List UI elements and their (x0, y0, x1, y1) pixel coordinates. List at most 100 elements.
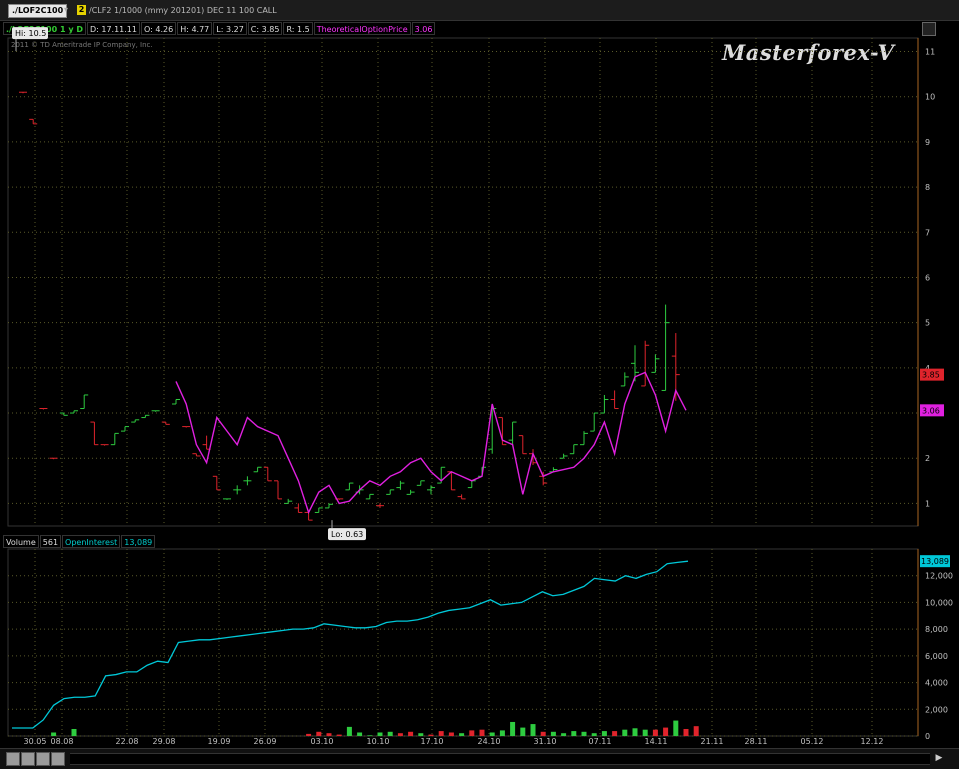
zoom-out-button[interactable] (6, 752, 20, 766)
ohlc-bar (182, 426, 191, 428)
refresh-icon[interactable] (21, 752, 35, 766)
volume-bar (561, 733, 567, 736)
ohlc-bar (457, 494, 466, 500)
ohlc-bar (365, 493, 374, 500)
x-tick-label: 21.11 (701, 737, 724, 746)
ohlc-bar (559, 453, 568, 459)
volume-bar (336, 734, 342, 736)
volume-bar (632, 728, 638, 736)
volume-bar (530, 724, 536, 736)
volume-bar (71, 728, 77, 736)
price-y-tick-label: 6 (925, 273, 930, 282)
price-y-tick-label: 8 (925, 183, 930, 192)
volume-y-tick-label: 12,000 (925, 572, 953, 581)
volume-bar (306, 733, 312, 736)
ohlc-bar (508, 421, 517, 445)
ohlc-bar (467, 480, 476, 489)
volume-bar (612, 731, 618, 736)
volume-bar (469, 730, 475, 736)
x-tick-label: 31.10 (534, 737, 557, 746)
volume-bar (673, 720, 679, 736)
hi-label: Hi: 10.5 (15, 29, 46, 38)
ohlc-bar (121, 426, 129, 432)
ohlc-bar (49, 457, 58, 460)
x-tick-label: 14.11 (645, 737, 668, 746)
x-tick-label: 07.11 (589, 737, 612, 746)
ohlc-bar (90, 421, 99, 446)
ohlc-bar (427, 485, 435, 495)
price-y-tick-label: 2 (925, 454, 930, 463)
volume-bar (652, 729, 658, 736)
lo-label: Lo: 0.63 (331, 530, 363, 539)
x-tick-label: 19.09 (208, 737, 231, 746)
ohlc-bar (253, 466, 262, 473)
price-y-tick-label: 5 (925, 319, 930, 328)
time-scrollbar[interactable] (70, 753, 930, 765)
volume-bar (377, 732, 383, 736)
volume-bar (357, 732, 363, 736)
ohlc-bar (416, 480, 425, 486)
x-tick-label: 26.09 (254, 737, 277, 746)
ohlc-bar (39, 408, 48, 410)
volume-bar (693, 726, 699, 736)
ohlc-bar (192, 453, 201, 457)
volume-bar (571, 731, 577, 736)
volume-y-tick-label: 10,000 (925, 598, 953, 607)
volume-bar (346, 726, 352, 736)
ohlc-bar (620, 372, 629, 387)
x-tick-label: 28.11 (745, 737, 768, 746)
style-settings-button[interactable] (51, 752, 65, 766)
volume-bar (51, 732, 57, 736)
x-tick-label: 12.12 (861, 737, 884, 746)
price-pane-frame (7, 37, 919, 527)
x-tick-label: 17.10 (421, 737, 444, 746)
ohlc-bar (223, 498, 231, 500)
ohlc-bar (59, 412, 68, 416)
ohlc-bar (274, 480, 282, 500)
volume-y-tick-label: 8,000 (925, 625, 948, 634)
volume-y-tick-label: 2,000 (925, 705, 948, 714)
x-tick-label: 29.08 (153, 737, 176, 746)
price-y-tick-label: 7 (925, 228, 930, 237)
volume-bar (428, 734, 434, 736)
ohlc-bar (141, 414, 150, 419)
ohlc-bar (376, 503, 384, 508)
ohlc-bar (651, 354, 660, 373)
ohlc-bar (396, 480, 405, 490)
volume-bar (601, 731, 607, 736)
volume-bar (316, 731, 322, 736)
volume-bar (418, 733, 424, 736)
last-price-label: 3.85 (922, 371, 940, 380)
ohlc-bar (580, 431, 588, 446)
open-interest-line (12, 560, 689, 729)
ohlc-bar (172, 398, 180, 405)
ohlc-bar (212, 475, 221, 491)
volume-bar (510, 721, 516, 736)
x-tick-label: 10.10 (367, 737, 390, 746)
price-y-tick-label: 9 (925, 138, 930, 147)
chart-canvas[interactable]: 30.05 08.08 22.08 29.08 19.09 26.09 03.10 10.10… (0, 0, 959, 768)
x-tick-label: 22.08 (116, 737, 139, 746)
volume-bar (499, 730, 505, 736)
volume-bar (642, 729, 648, 736)
volume-bar (326, 733, 332, 736)
volume-pane-frame (7, 548, 919, 737)
ohlc-bar (661, 304, 670, 391)
volume-bar (448, 732, 454, 736)
volume-bar (397, 733, 403, 736)
volume-bar (520, 727, 526, 736)
volume-bar (489, 732, 495, 736)
zoom-in-button[interactable] (36, 752, 50, 766)
ohlc-bar (600, 394, 609, 414)
ohlc-bar (202, 435, 211, 450)
volume-bar (459, 733, 465, 736)
ohlc-bar (110, 432, 119, 446)
scroll-right-icon[interactable]: ▶ (934, 752, 944, 764)
volume-bar (367, 735, 373, 736)
volume-y-tick-label: 4,000 (925, 679, 948, 688)
x-tick-label: 08.08 (51, 737, 74, 746)
volume-bar (540, 731, 546, 736)
x-tick-label: 24.10 (478, 737, 501, 746)
volume-y-tick-label: 0 (925, 732, 930, 741)
ohlc-bar (345, 482, 354, 491)
